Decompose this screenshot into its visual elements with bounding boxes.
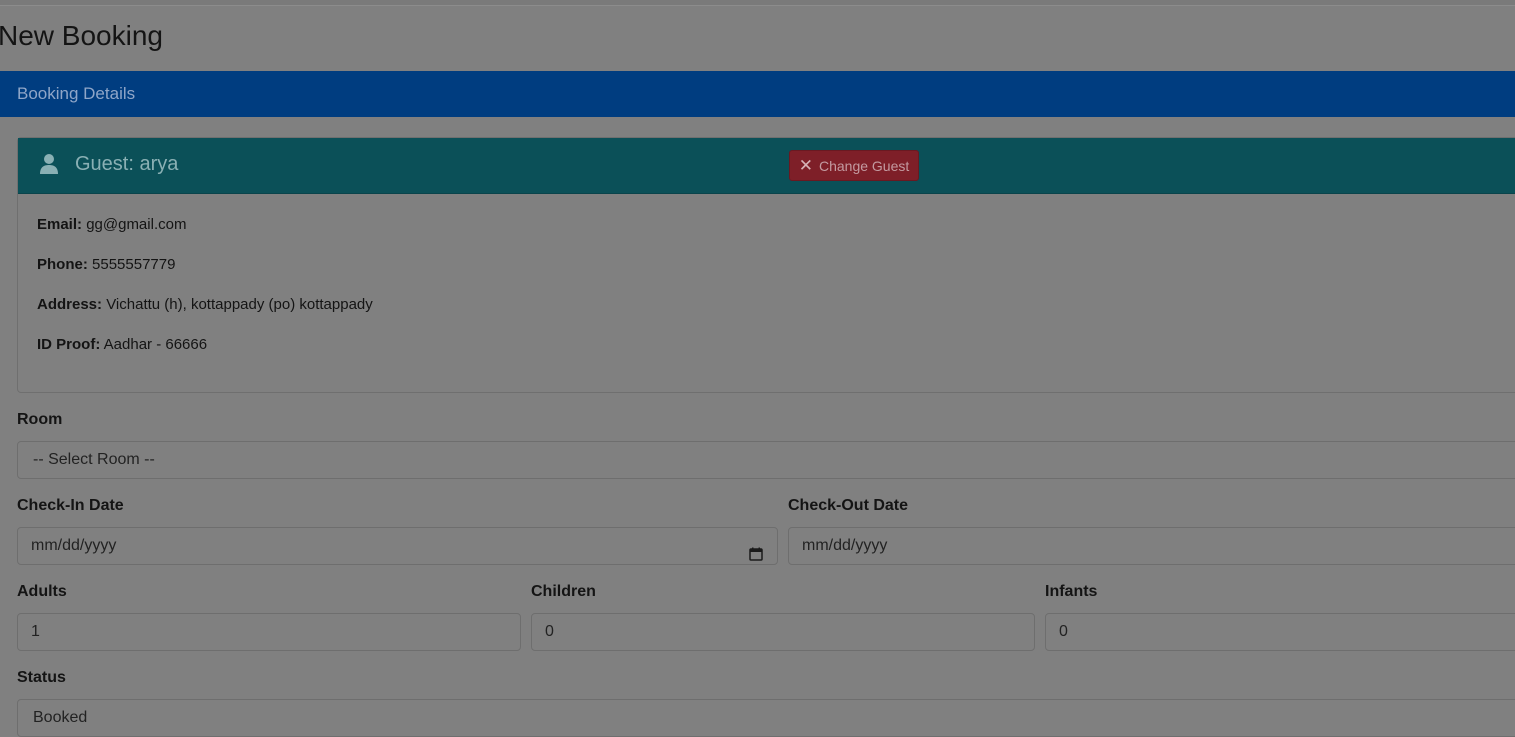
infants-value: 0 [1059,623,1068,640]
phone-label: Phone: [37,256,88,273]
change-guest-button[interactable]: ✕ Change Guest [789,150,919,181]
idproof-label: ID Proof: [37,336,101,353]
checkout-date-input[interactable]: mm/dd/yyyy [788,527,1515,565]
guest-card-header: Guest: arya ✕ Change Guest [18,138,1515,194]
email-value: gg@gmail.com [86,216,187,233]
user-icon [39,153,59,175]
address-label: Address: [37,296,103,313]
children-input[interactable]: 0 [531,613,1035,651]
close-icon: ✕ [798,156,813,175]
calendar-icon[interactable] [749,539,763,561]
checkin-label: Check-In Date [17,497,124,514]
infants-label: Infants [1045,583,1098,600]
adults-input[interactable]: 1 [17,613,521,651]
booking-details-title: Booking Details [17,84,136,103]
room-label: Room [17,411,63,428]
address-value: Vichattu (h), kottappady (po) kottappady [106,296,373,313]
guest-phone: Phone: 5555557779 [37,256,175,273]
adults-label: Adults [17,583,67,600]
status-select-value: Booked [33,709,88,726]
children-label: Children [531,583,596,600]
infants-input[interactable]: 0 [1045,613,1515,651]
guest-email: Email: gg@gmail.com [37,216,186,233]
page-title: New Booking [0,20,163,51]
guest-name-title: Guest: arya [75,153,179,175]
adults-value: 1 [31,623,40,640]
status-label: Status [17,669,66,686]
status-select[interactable]: Booked [17,699,1515,737]
guest-card: Guest: arya ✕ Change Guest Email: gg@gma… [17,137,1515,393]
idproof-value: Aadhar - 66666 [103,336,208,353]
checkout-label: Check-Out Date [788,497,909,514]
guest-idproof: ID Proof: Aadhar - 66666 [37,336,207,353]
checkin-date-input[interactable]: mm/dd/yyyy [17,527,778,565]
top-border [0,0,1515,6]
room-select[interactable]: -- Select Room -- [17,441,1515,479]
children-value: 0 [545,623,554,640]
room-select-value: -- Select Room -- [33,451,155,468]
booking-details-header: Booking Details [0,71,1515,117]
checkout-date-value: mm/dd/yyyy [802,537,888,554]
email-label: Email: [37,216,83,233]
guest-address: Address: Vichattu (h), kottappady (po) k… [37,296,373,313]
change-guest-label: Change Guest [818,157,910,174]
phone-value: 5555557779 [92,256,176,273]
checkin-date-value: mm/dd/yyyy [31,537,117,554]
